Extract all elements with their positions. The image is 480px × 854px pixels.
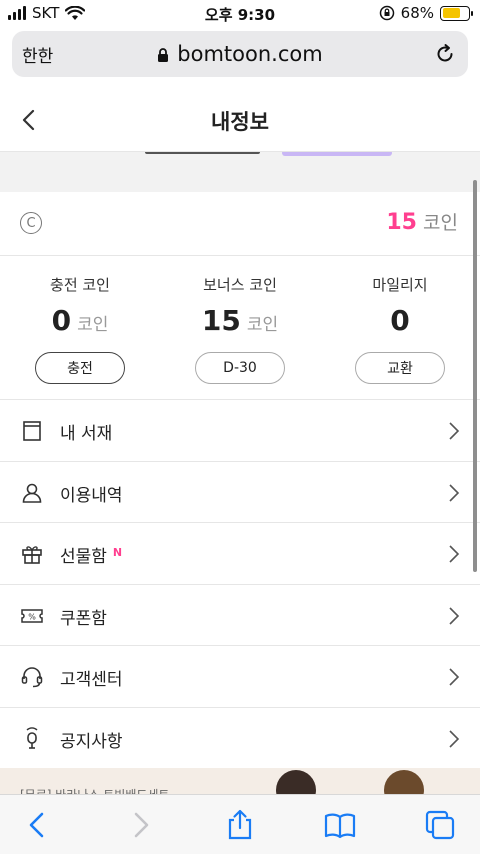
chevron-right-icon bbox=[449, 668, 460, 686]
svg-text:%: % bbox=[28, 612, 36, 621]
gift-icon bbox=[22, 546, 42, 564]
section-divider bbox=[0, 152, 480, 192]
browser-toolbar bbox=[0, 794, 480, 854]
ad-banner[interactable]: [무료] 바라나스 트빙배드세트 bbox=[0, 768, 480, 794]
battery-percent: 68% bbox=[400, 4, 434, 22]
scrollbar[interactable] bbox=[473, 180, 477, 572]
address-field[interactable]: bomtoon.com bbox=[12, 42, 468, 66]
stat-unit: 코인 bbox=[246, 315, 279, 335]
stat-value: 0 bbox=[320, 304, 480, 344]
menu-label: 공지사항 bbox=[60, 731, 123, 752]
browser-back-icon[interactable] bbox=[22, 809, 54, 841]
stat-label: 충전 코인 bbox=[50, 276, 110, 294]
stat-label: 보너스 코인 bbox=[203, 276, 277, 294]
tab-indicator-accent bbox=[282, 152, 392, 156]
page-title: 내정보 bbox=[211, 110, 269, 134]
menu-item-history[interactable]: 이용내역 bbox=[0, 462, 480, 523]
coin-icon: C bbox=[20, 212, 42, 234]
charge-button[interactable]: 충전 bbox=[35, 352, 125, 384]
menu-item-coupon[interactable]: % 쿠폰함 bbox=[0, 585, 480, 646]
chevron-right-icon bbox=[449, 606, 460, 625]
chevron-right-icon bbox=[449, 545, 460, 563]
person-icon bbox=[22, 483, 42, 503]
menu-item-support[interactable]: 고객센터 bbox=[0, 646, 480, 708]
stat-mileage: 마일리지 0 교환 bbox=[320, 274, 480, 384]
stat-number: 0 bbox=[390, 304, 410, 337]
ad-text: [무료] 바라나스 트빙배드세트 bbox=[20, 786, 169, 794]
ad-badge-image bbox=[384, 770, 424, 794]
menu-label: 고객센터 bbox=[60, 670, 123, 690]
stat-charged-coin: 충전 코인 0 코인 충전 bbox=[0, 274, 160, 384]
menu-item-gift[interactable]: 선물함 N bbox=[0, 523, 480, 585]
lock-icon bbox=[158, 48, 169, 62]
chevron-right-icon bbox=[449, 729, 460, 748]
menu-label: 이용내역 bbox=[60, 485, 123, 506]
menu-label: 쿠폰함 bbox=[60, 608, 107, 629]
menu-item-notice[interactable]: 공지사항 bbox=[0, 708, 480, 769]
stat-label: 마일리지 bbox=[372, 276, 428, 294]
tabs-icon[interactable] bbox=[424, 809, 456, 841]
stat-value: 0 코인 bbox=[0, 304, 160, 344]
stat-bonus-coin: 보너스 코인 15 코인 D-30 bbox=[160, 274, 320, 384]
menu-label: 내 서재 bbox=[60, 424, 113, 444]
stat-number: 0 bbox=[51, 304, 72, 337]
menu-label-wrap: 선물함 N bbox=[60, 542, 122, 567]
headset-icon bbox=[21, 667, 43, 688]
stat-number: 15 bbox=[201, 304, 241, 337]
bookmarks-icon[interactable] bbox=[324, 809, 356, 841]
menu-label: 선물함 bbox=[60, 547, 107, 567]
orientation-lock-icon bbox=[379, 5, 394, 21]
ad-image bbox=[276, 770, 316, 794]
battery-icon bbox=[440, 5, 473, 21]
page-header: 내정보 bbox=[0, 88, 480, 152]
url-text: bomtoon.com bbox=[177, 42, 323, 66]
coin-total: 15 코인 bbox=[386, 208, 458, 235]
browser-forward-icon[interactable] bbox=[124, 809, 156, 841]
battery-fill bbox=[442, 8, 460, 18]
coupon-icon: % bbox=[21, 608, 43, 623]
reload-icon[interactable] bbox=[434, 43, 456, 65]
status-bar: SKT 오후 9:30 68% bbox=[0, 0, 480, 28]
coin-total-row: C 15 코인 bbox=[0, 192, 480, 256]
new-badge: N bbox=[112, 546, 123, 559]
microphone-icon bbox=[26, 726, 38, 749]
exchange-button[interactable]: 교환 bbox=[355, 352, 445, 384]
stat-value: 15 코인 bbox=[160, 304, 320, 344]
chevron-right-icon bbox=[449, 422, 460, 440]
menu-item-library[interactable]: 내 서재 bbox=[0, 400, 480, 462]
tab-indicator bbox=[145, 152, 260, 154]
stat-unit: 코인 bbox=[77, 315, 109, 335]
coin-total-unit: 코인 bbox=[423, 212, 458, 234]
book-icon bbox=[23, 421, 41, 441]
coin-stats: 충전 코인 0 코인 충전 보너스 코인 15 코인 D-30 마일리지 0 교환 bbox=[0, 256, 480, 400]
share-icon[interactable] bbox=[224, 809, 256, 841]
status-right: 68% bbox=[379, 4, 473, 22]
menu-list: 내 서재 이용내역 선물함 N % 쿠폰함 고객센터 공지사항 bbox=[0, 400, 480, 769]
bonus-expiry-button[interactable]: D-30 bbox=[195, 352, 285, 384]
coin-total-value: 15 bbox=[386, 210, 417, 235]
url-bar[interactable]: 한한 bomtoon.com bbox=[12, 31, 468, 77]
chevron-right-icon bbox=[449, 483, 460, 502]
